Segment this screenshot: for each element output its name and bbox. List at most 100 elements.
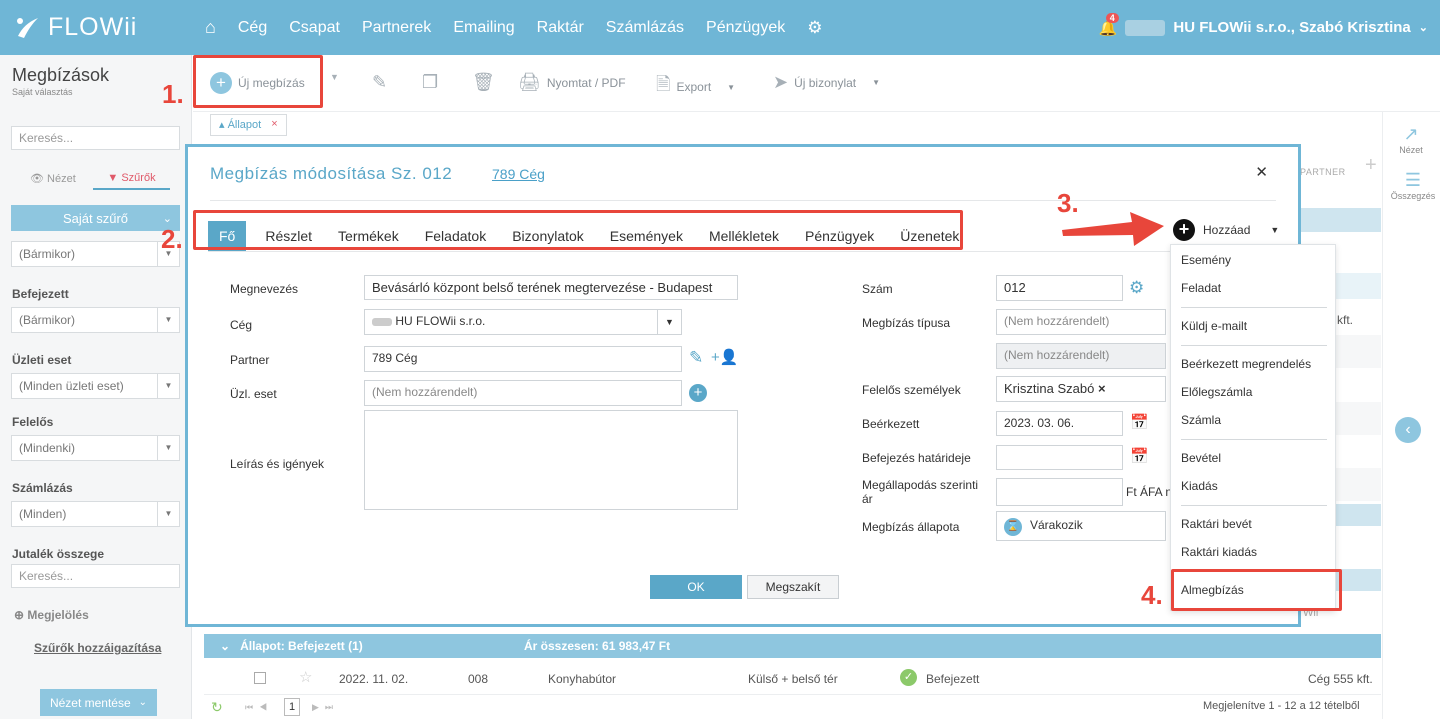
filter-chip[interactable]: ▴ Állapot × [210, 114, 287, 136]
type-select[interactable]: (Nem hozzárendelt) [996, 309, 1166, 335]
modal-title: Megbízás módosítása Sz. 012 [210, 164, 453, 183]
close-icon[interactable]: ✕ [1255, 163, 1268, 181]
menu-item-invoice[interactable]: Számla [1181, 413, 1221, 427]
tab-filters[interactable]: ▼ Szűrők [93, 166, 170, 190]
caret-down-icon: ▼ [330, 72, 339, 82]
chevron-left-icon: ‹ [1405, 421, 1411, 438]
menu-item-incoming-order[interactable]: Beérkezett megrendelés [1181, 357, 1311, 371]
view-rail-button[interactable]: ↗ Nézet [1396, 124, 1426, 155]
price-input[interactable] [996, 478, 1123, 506]
company-select[interactable]: HU FLOWii s.r.o. ▼ [364, 309, 682, 335]
filter-select-case[interactable]: (Minden üzleti eset) ▼ [11, 373, 180, 399]
chevron-down-icon: ⌄ [220, 639, 231, 653]
table-row[interactable]: ☆ 2022. 11. 02. 008 Konyhabútor Külső + … [204, 666, 1381, 692]
ok-button[interactable]: OK [650, 575, 742, 599]
commission-input[interactable]: Keresés... [11, 564, 180, 588]
menu-item-task[interactable]: Feladat [1181, 281, 1221, 295]
nav-item-szamlazas[interactable]: Számlázás [606, 19, 684, 37]
calendar-icon[interactable]: 📅 [1130, 413, 1149, 431]
logo[interactable]: FLOWii [12, 10, 137, 44]
tab-view[interactable]: 👁 Nézet [30, 172, 76, 185]
user-menu[interactable]: 🔔 4 HU FLOWii s.r.o., Szabó Krisztina ⌄ [1099, 0, 1428, 55]
delete-button[interactable]: 🗑 [472, 72, 495, 93]
edit-button[interactable]: ✎ [372, 72, 387, 93]
calendar-icon[interactable]: 📅 [1130, 447, 1149, 465]
group-header-finished[interactable]: ⌄ Állapot: Befejezett (1) Ár összesen: 6… [204, 634, 1381, 658]
add-dropdown-button[interactable]: + Hozzáad ▼ [1173, 219, 1279, 241]
logo-text: FLOWii [48, 12, 138, 41]
page-title: Megbízások [12, 65, 110, 85]
nav-item-penzugyek[interactable]: Pénzügyek [706, 19, 785, 37]
filter-label: Felelős [12, 415, 54, 429]
home-icon[interactable]: ⌂ [205, 17, 216, 38]
case-input[interactable]: (Nem hozzárendelt) [364, 380, 682, 406]
menu-item-expense[interactable]: Kiadás [1181, 479, 1218, 493]
star-icon[interactable]: ☆ [299, 668, 312, 686]
nav-item-emailing[interactable]: Emailing [453, 19, 514, 37]
menu-item-advance-invoice[interactable]: Előlegszámla [1181, 385, 1252, 399]
responsible-input[interactable]: Krisztina Szabó × [996, 376, 1166, 402]
plus-icon[interactable]: + [1365, 154, 1377, 177]
description-textarea[interactable] [364, 410, 738, 510]
status-select[interactable]: ⌛ Várakozik [996, 511, 1166, 541]
search-input[interactable]: Keresés... [11, 126, 180, 150]
summary-rail-button[interactable]: ☰ Összegzés [1390, 170, 1436, 201]
caret-down-icon: ▼ [1270, 225, 1280, 235]
menu-item-stock-in[interactable]: Raktári bevét [1181, 517, 1252, 531]
divider [208, 251, 1278, 252]
menu-item-income[interactable]: Bevétel [1181, 451, 1221, 465]
new-order-dropdown[interactable]: ▼ [330, 72, 339, 82]
own-filter-button[interactable]: Saját szűrő ⌄ [11, 205, 180, 231]
filter-select-responsible[interactable]: (Mindenki) ▼ [11, 435, 180, 461]
close-icon[interactable]: × [271, 118, 277, 132]
collapse-panel-button[interactable]: ‹ [1395, 417, 1421, 443]
menu-item-event[interactable]: Esemény [1181, 253, 1231, 267]
row-checkbox[interactable] [254, 672, 266, 684]
row-type: Külső + belső tér [748, 672, 838, 686]
deadline-date-input[interactable] [996, 445, 1123, 470]
company-link[interactable]: 789 Cég [492, 166, 545, 182]
filter-select-finished[interactable]: (Bármikor) ▼ [11, 307, 180, 333]
refresh-icon[interactable]: ↻ [211, 699, 223, 716]
plus-circle-icon[interactable]: + [689, 384, 707, 402]
received-date-input[interactable]: 2023. 03. 06. [996, 411, 1123, 436]
gear-icon[interactable]: ⚙ [807, 18, 822, 38]
responsible-label: Felelős személyek [862, 383, 961, 397]
gear-icon[interactable]: ⚙ [1129, 278, 1144, 298]
blurred-company-logo [372, 317, 392, 326]
annotation-number-4: 4. [1141, 580, 1163, 610]
new-document-button[interactable]: ➤ Új bizonylat ▼ [773, 72, 880, 93]
bell-icon[interactable]: 🔔 4 [1099, 12, 1119, 37]
case-label: Üzl. eset [230, 387, 277, 401]
pager-prev-icons[interactable]: ⏮◀ [245, 702, 273, 713]
name-input[interactable]: Bevásárló központ belső terének megterve… [364, 275, 738, 300]
pencil-icon[interactable]: ✎ [689, 348, 703, 368]
filter-select-billing[interactable]: (Minden) ▼ [11, 501, 180, 527]
nav-item-csapat[interactable]: Csapat [289, 19, 340, 37]
nav-item-raktar[interactable]: Raktár [537, 19, 584, 37]
summary-rail-label: Összegzés [1390, 191, 1436, 201]
nav-item-ceg[interactable]: Cég [238, 19, 267, 37]
nav-item-partnerek[interactable]: Partnerek [362, 19, 431, 37]
export-button[interactable]: 🗎 Export ▼ [656, 72, 735, 102]
responsible-tag: Krisztina Szabó [1004, 381, 1095, 396]
menu-divider [1181, 307, 1327, 308]
close-icon[interactable]: × [1098, 381, 1106, 396]
filter-select-date[interactable]: (Bármikor) ▼ [11, 241, 180, 267]
caret-down-icon: ▼ [727, 82, 736, 92]
save-view-button[interactable]: Nézet mentése ⌄ [40, 689, 157, 716]
page-number-input[interactable]: 1 [284, 698, 300, 716]
menu-item-send-email[interactable]: Küldj e-mailt [1181, 319, 1247, 333]
copy-button[interactable]: ❐ [422, 72, 438, 93]
assign-filters-link[interactable]: Szűrők hozzáigazítása [34, 641, 161, 655]
company-label: Cég [230, 318, 253, 332]
pager-next-icons[interactable]: ▶⏭ [312, 702, 339, 713]
partner-input[interactable]: 789 Cég [364, 346, 682, 372]
cancel-button[interactable]: Megszakít [747, 575, 839, 599]
menu-item-stock-out[interactable]: Raktári kiadás [1181, 545, 1257, 559]
marking-toggle[interactable]: ⊕ Megjelölés [14, 608, 89, 622]
print-button[interactable]: 🖨 Nyomtat / PDF [518, 72, 626, 93]
number-input[interactable]: 012 [996, 275, 1123, 301]
add-person-icon[interactable]: +👤 [711, 348, 738, 366]
notification-badge: 4 [1105, 12, 1119, 23]
